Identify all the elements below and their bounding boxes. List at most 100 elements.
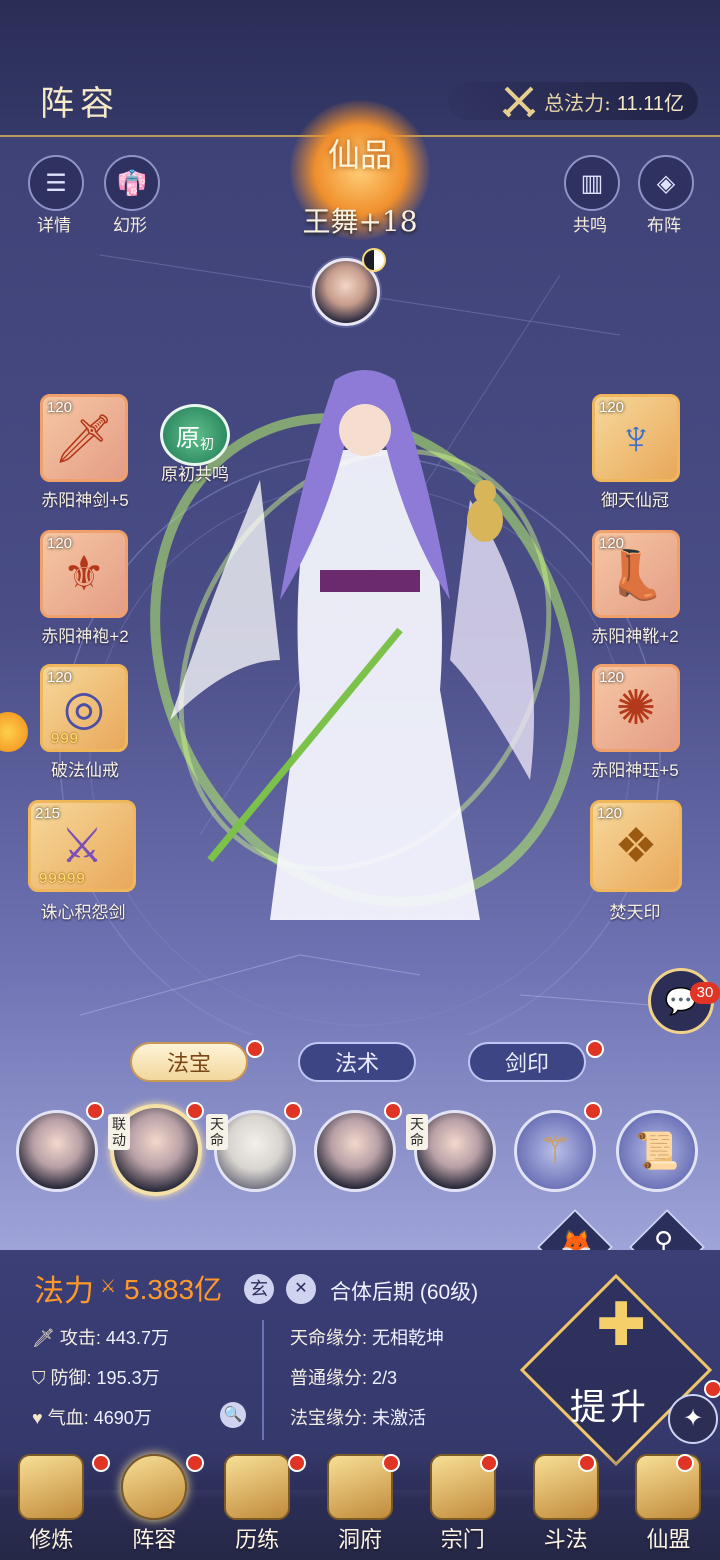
- golden-scepter-icon: ⚚: [537, 1130, 573, 1172]
- nav-items: 修炼 阵容 历练 洞府 宗门 斗法 仙盟: [0, 1454, 720, 1554]
- resonance-label: 共鸣: [573, 216, 607, 235]
- total-power-label: 总法力:: [544, 90, 611, 115]
- gear-name: 破法仙戒: [51, 761, 119, 780]
- companion-alert: [284, 1102, 302, 1120]
- gear-level: 120: [47, 535, 73, 552]
- hp-row: ♥ 气血: 4690万: [32, 1404, 152, 1430]
- shield-icon: ⛉: [32, 1368, 46, 1388]
- gear-slot-special-sword[interactable]: 215 ⚔ 99999: [28, 800, 136, 892]
- robe-icon: ⚜: [62, 548, 106, 601]
- gear-level: 120: [599, 399, 625, 416]
- gear-name: 赤阳神珏+5: [591, 761, 679, 780]
- companion-tag: 天命: [406, 1114, 428, 1150]
- defense-row: ⛉ 防御: 195.3万: [32, 1364, 160, 1390]
- gear-slot-boots[interactable]: 120 👢: [592, 530, 680, 618]
- nav-label: 洞府: [337, 1528, 382, 1553]
- tab-sword-seal[interactable]: 剑印: [468, 1042, 586, 1082]
- tab-treasure[interactable]: 法宝: [130, 1042, 248, 1082]
- total-power-value: 11.11亿: [616, 92, 684, 115]
- pendant-icon: ✺: [615, 682, 657, 735]
- scroll-icon: [18, 1454, 85, 1520]
- power-label: 法力: [34, 1274, 94, 1309]
- nav-label: 历练: [235, 1528, 280, 1553]
- search-icon[interactable]: 🔍: [220, 1402, 246, 1428]
- crown-icon: ♆: [618, 411, 654, 465]
- gear-name: 赤阳神剑+5: [41, 491, 129, 510]
- gear-slot-weapon[interactable]: 120 🗡: [40, 394, 128, 482]
- gear-level: 120: [599, 669, 625, 686]
- seal-icon: ❖: [614, 820, 658, 873]
- gear-stars: 999: [51, 730, 80, 747]
- page-title: 阵容: [40, 84, 120, 124]
- nav-cultivate[interactable]: 修炼: [7, 1454, 95, 1554]
- gear-slot-pendant[interactable]: 120 ✺: [592, 664, 680, 752]
- golden-cross-icon: ✚: [596, 1291, 647, 1358]
- transform-button[interactable]: 👘 幻形: [104, 155, 170, 236]
- swords-icon: ⚔: [100, 1276, 117, 1296]
- sword-icon: 🗡: [53, 412, 115, 466]
- gear-slot-ring[interactable]: 120 ◎ 999: [40, 664, 128, 752]
- defense-value: 195.3万: [96, 1368, 160, 1388]
- sword-icon: ⚔: [60, 820, 104, 873]
- transform-label: 幻形: [113, 216, 147, 235]
- nav-duel[interactable]: 斗法: [522, 1454, 610, 1554]
- fate-value: 无相乾坤: [372, 1328, 445, 1348]
- boots-icon: 👢: [606, 548, 666, 602]
- gear-level: 120: [597, 805, 623, 822]
- fate-label: 天命缘分:: [290, 1328, 368, 1348]
- attack-row: 🗡 攻击: 443.7万: [32, 1324, 169, 1350]
- total-power-display: 总法力: 11.11亿: [448, 82, 698, 120]
- list-icon: ☰: [28, 155, 84, 211]
- details-label: 详情: [37, 216, 71, 235]
- primordial-resonance-badge[interactable]: 原 初: [160, 404, 230, 466]
- gear-stars: 99999: [39, 870, 86, 887]
- gear-name: 焚天印: [609, 903, 661, 922]
- companion-slot-4[interactable]: [314, 1110, 396, 1192]
- gear-name: 赤阳神袍+2: [41, 627, 129, 646]
- nav-alert: [288, 1454, 306, 1472]
- sword-icon: 🗡: [32, 1328, 55, 1348]
- gear-slot-crown[interactable]: 120 ♆: [592, 394, 680, 482]
- companion-slot-7[interactable]: 📜: [616, 1110, 698, 1192]
- nav-alert: [92, 1454, 110, 1472]
- nav-lineup[interactable]: 阵容: [110, 1454, 198, 1554]
- nav-trials[interactable]: 历练: [213, 1454, 301, 1554]
- compass-star-icon[interactable]: ✦: [668, 1394, 718, 1444]
- companion-tag: 联动: [108, 1114, 130, 1150]
- nav-alert: [480, 1454, 498, 1472]
- companion-slot-6[interactable]: ⚚: [514, 1110, 596, 1192]
- badge-main-char: 原: [176, 423, 200, 452]
- gear-slot-seal[interactable]: 120 ❖: [590, 800, 682, 892]
- companion-alert: [384, 1102, 402, 1120]
- gear-level: 120: [47, 669, 73, 686]
- chat-unread-count: 30: [690, 982, 720, 1004]
- defense-label: 防御:: [50, 1368, 92, 1388]
- nav-label: 宗门: [440, 1528, 485, 1553]
- gear-slot-robe[interactable]: 120 ⚜: [40, 530, 128, 618]
- companion-alert: [86, 1102, 104, 1120]
- heart-icon: ♥: [32, 1408, 43, 1428]
- hp-label: 气血:: [47, 1408, 89, 1428]
- upgrade-label: 提升: [570, 1387, 651, 1428]
- gear-level: 120: [599, 535, 625, 552]
- nav-alliance[interactable]: 仙盟: [624, 1454, 712, 1554]
- normal-fate-row: 普通缘分: 2/3: [290, 1364, 397, 1390]
- nav-alert: [382, 1454, 400, 1472]
- resonance-badge-label: 原初共鸣: [161, 465, 229, 484]
- details-button[interactable]: ☰ 详情: [28, 155, 94, 236]
- attack-value: 443.7万: [105, 1328, 169, 1348]
- scroll-icon: 📜: [634, 1130, 680, 1171]
- tab-sword-seal-alert: [586, 1040, 604, 1058]
- tab-treasure-alert: [246, 1040, 264, 1058]
- nav-label: 仙盟: [646, 1528, 691, 1553]
- hp-value: 4690万: [93, 1408, 152, 1428]
- treasure-fate-row: 法宝缘分: 未激活: [290, 1404, 426, 1430]
- normal-fate-value: 2/3: [372, 1368, 398, 1388]
- robe-icon: 👘: [104, 155, 160, 211]
- resonance-button[interactable]: ▥ 共鸣: [564, 155, 630, 236]
- gear-name: 御天仙冠: [601, 491, 669, 510]
- formation-button[interactable]: ◈ 布阵: [638, 155, 704, 236]
- companion-slot-1[interactable]: [16, 1110, 98, 1192]
- normal-fate-label: 普通缘分:: [290, 1368, 368, 1388]
- tab-spell[interactable]: 法术: [298, 1042, 416, 1082]
